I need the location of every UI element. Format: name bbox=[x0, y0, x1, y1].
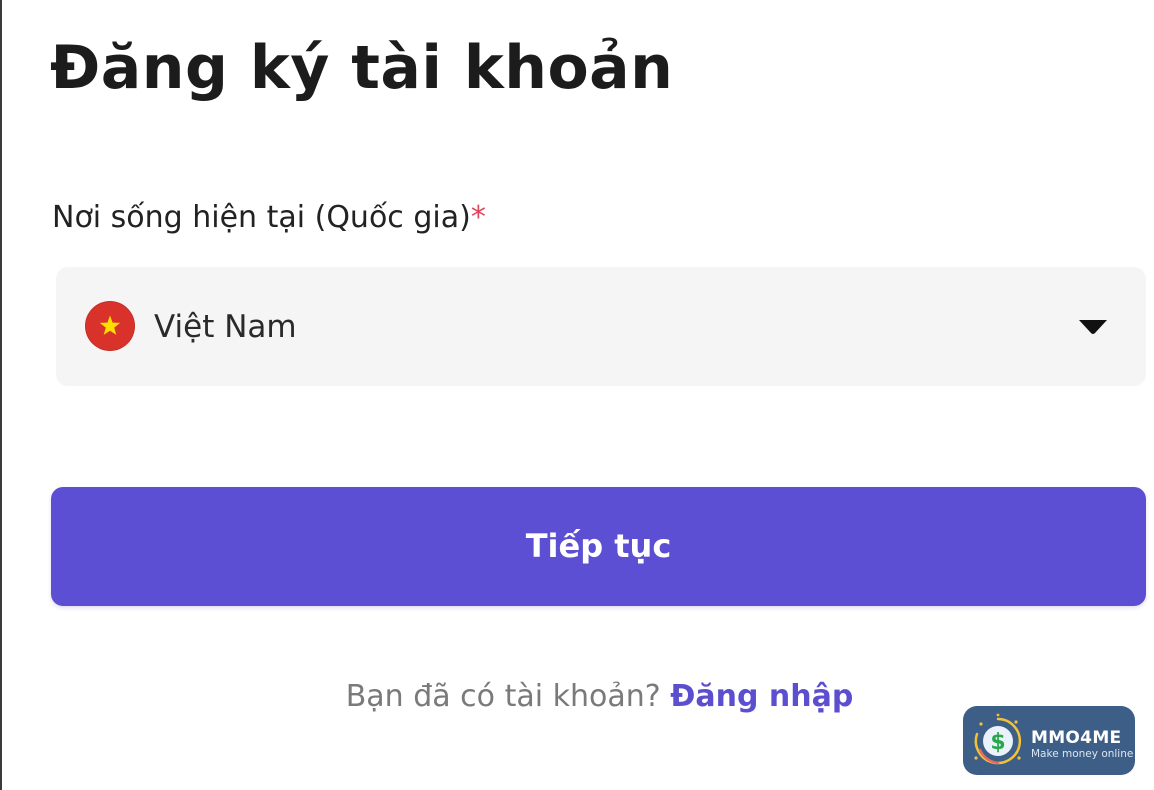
country-select[interactable]: Việt Nam bbox=[56, 267, 1146, 386]
country-field-label: Nơi sống hiện tại (Quốc gia)* bbox=[52, 198, 486, 238]
required-marker: * bbox=[470, 200, 486, 235]
flag-star-icon bbox=[99, 315, 121, 335]
watermark-name: MMO4ME bbox=[1031, 728, 1122, 748]
mmo4me-watermark: $ MMO4ME Make money online bbox=[963, 706, 1135, 775]
caret-down-icon[interactable] bbox=[1078, 319, 1108, 335]
country-field-label-text: Nơi sống hiện tại (Quốc gia) bbox=[52, 200, 471, 235]
login-prompt-text: Bạn đã có tài khoản? bbox=[345, 679, 661, 714]
page-title: Đăng ký tài khoản bbox=[50, 33, 674, 103]
selected-country: Việt Nam bbox=[154, 309, 297, 345]
continue-button[interactable]: Tiếp tục bbox=[51, 487, 1146, 606]
watermark-tagline: Make money online bbox=[1031, 748, 1134, 760]
login-link[interactable]: Đăng nhập bbox=[670, 679, 853, 714]
mmo4me-logo-icon: $ bbox=[974, 713, 1022, 765]
svg-text:$: $ bbox=[990, 730, 1005, 755]
vietnam-flag-icon bbox=[85, 301, 135, 351]
signup-page: Đăng ký tài khoản Nơi sống hiện tại (Quố… bbox=[0, 0, 1154, 790]
